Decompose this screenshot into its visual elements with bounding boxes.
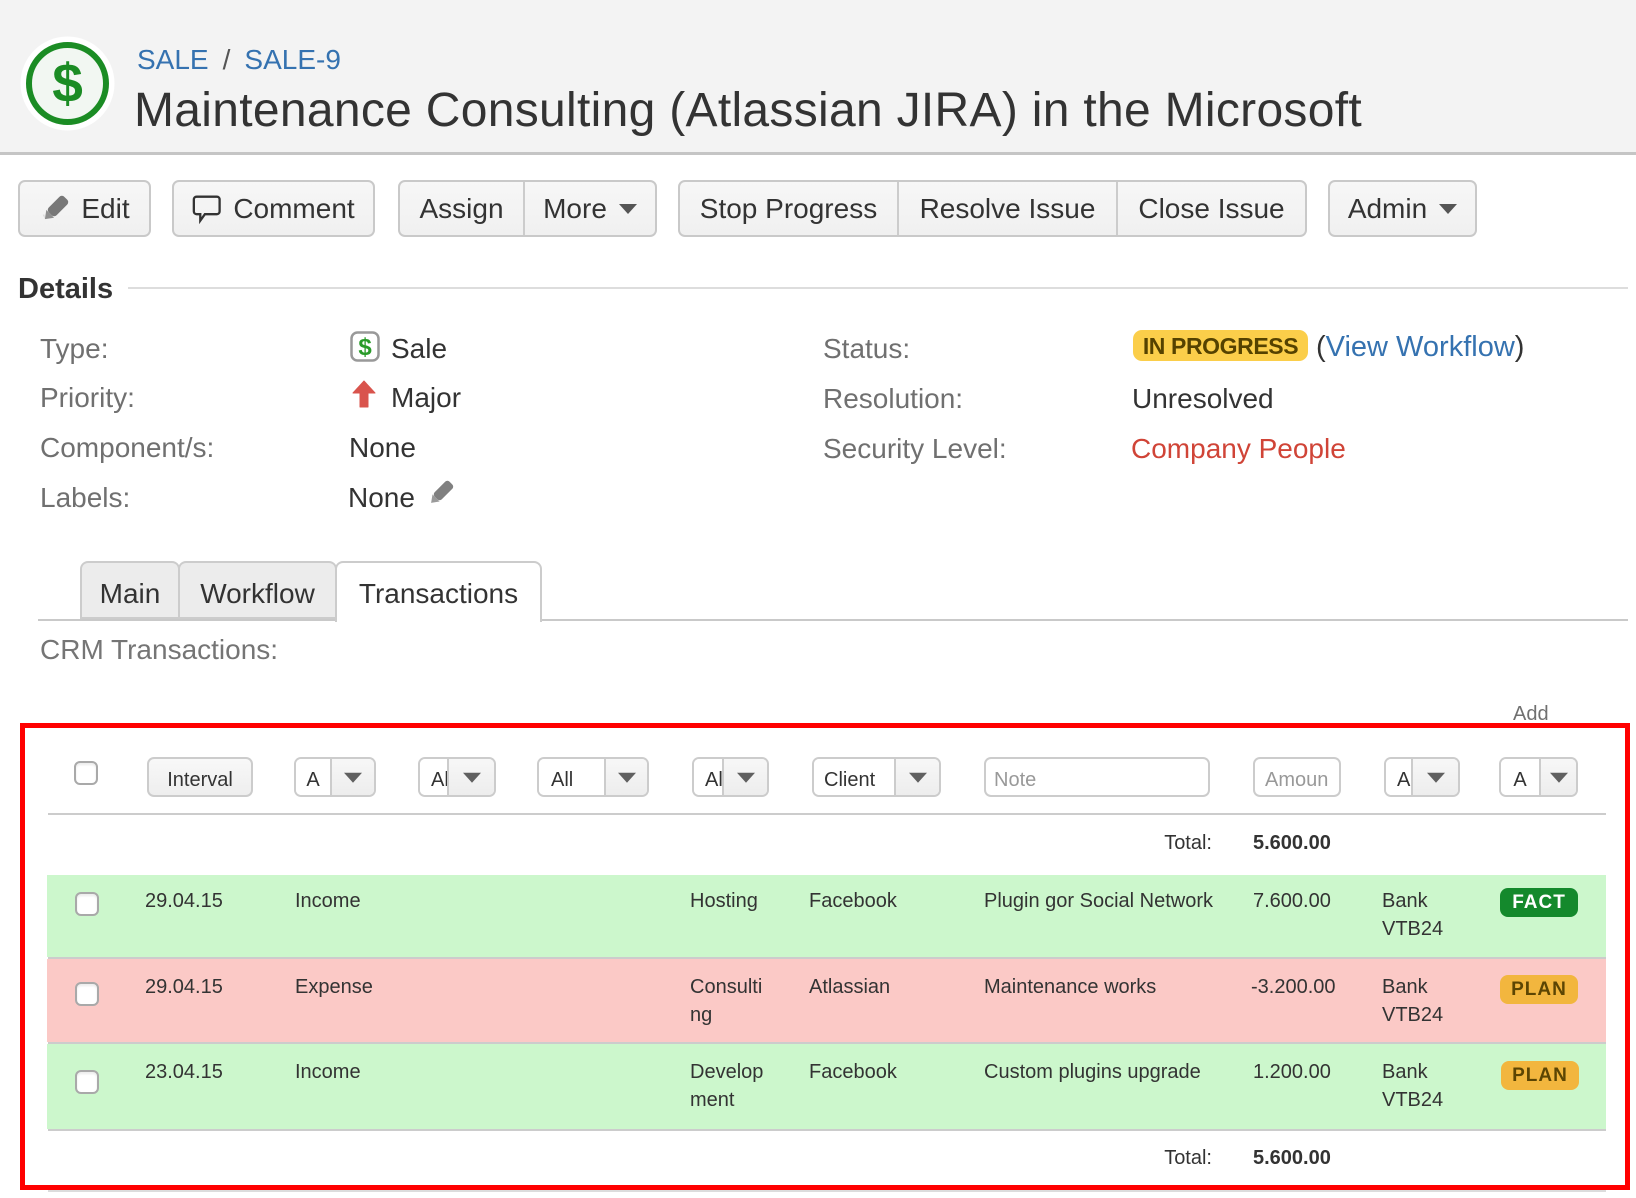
svg-text:$: $: [52, 52, 83, 114]
svg-text:$: $: [358, 334, 372, 361]
